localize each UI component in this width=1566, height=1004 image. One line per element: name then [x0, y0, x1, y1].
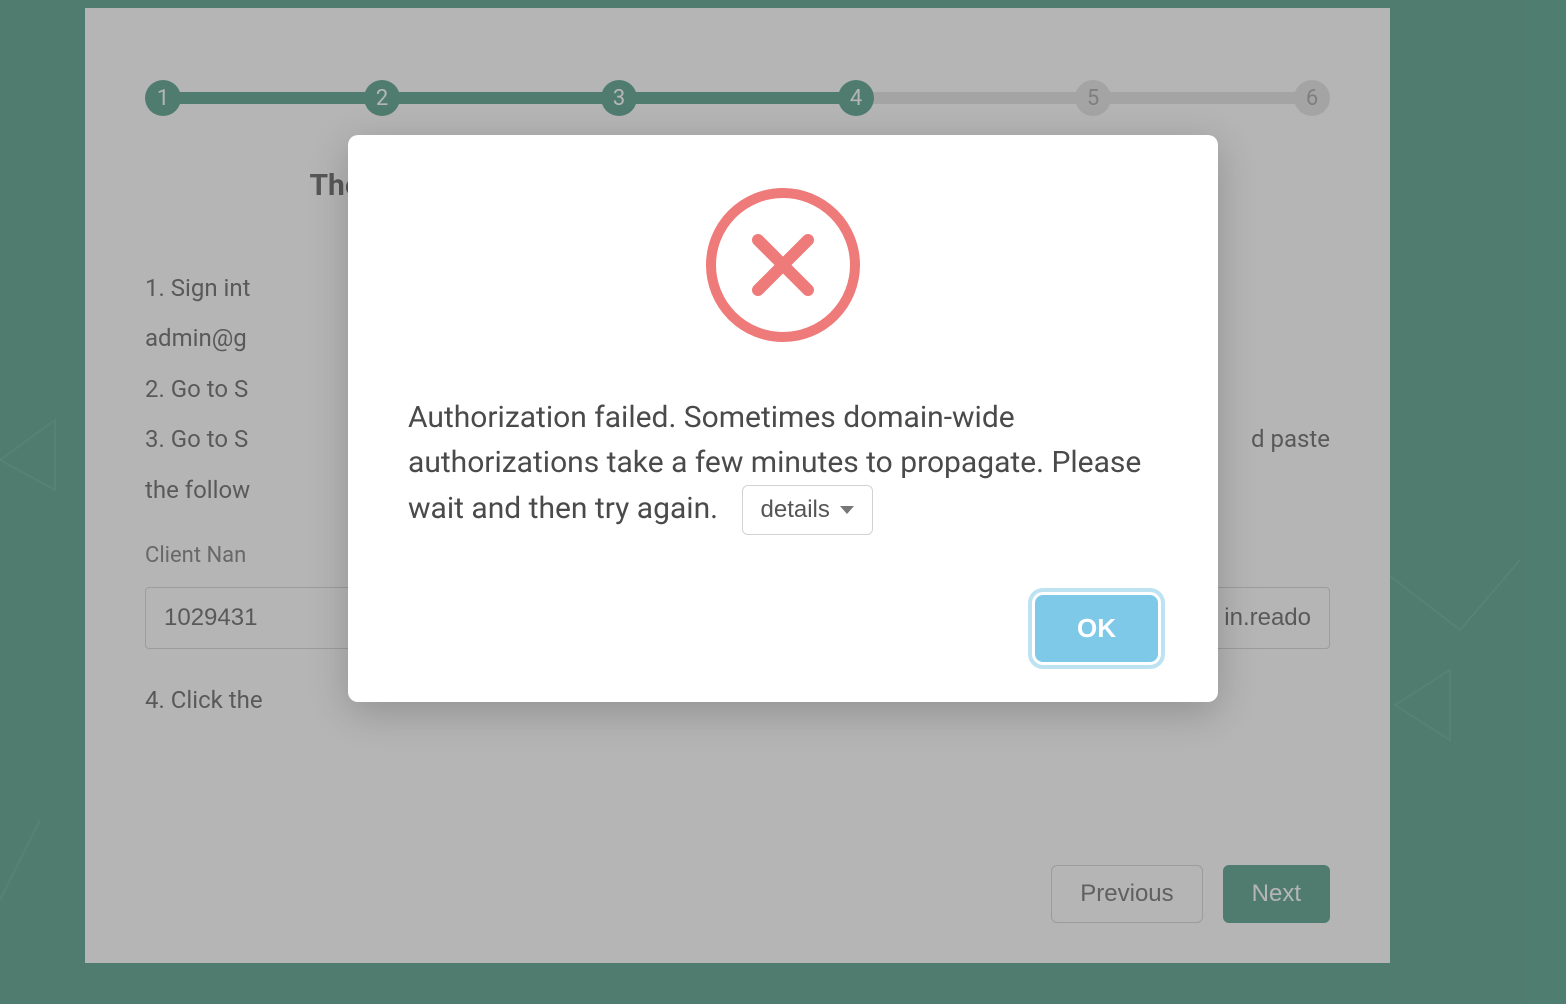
modal-message-block: Authorization failed. Sometimes domain-w…: [408, 395, 1158, 535]
details-label: details: [761, 496, 830, 524]
error-icon: [408, 185, 1158, 345]
details-button[interactable]: details: [742, 485, 873, 535]
modal-actions: OK: [408, 595, 1158, 662]
error-modal: Authorization failed. Sometimes domain-w…: [348, 135, 1218, 702]
chevron-down-icon: [840, 506, 854, 514]
ok-button[interactable]: OK: [1035, 595, 1158, 662]
